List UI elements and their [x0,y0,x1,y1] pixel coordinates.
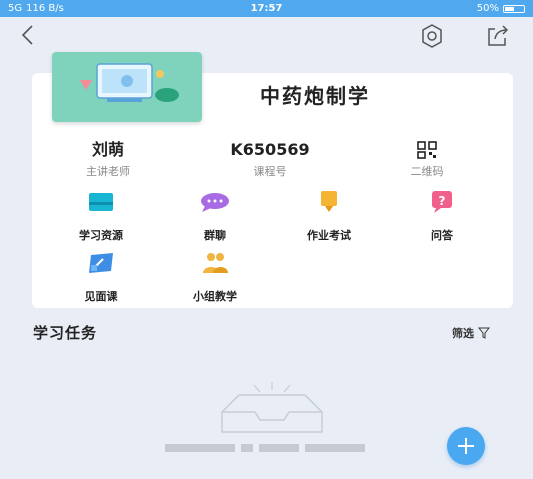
course-title: 中药炮制学 [260,84,370,108]
status-time: 17:57 [250,3,283,14]
placeholder-bar [241,444,253,452]
status-bar: 5G 116 B/s 17:57 50% [0,0,533,17]
nav-bar [0,17,533,53]
teacher-info: 刘萌 主讲老师 [72,140,144,179]
svg-text:?: ? [439,194,446,208]
qr-code-icon [417,141,437,159]
group-icon [203,253,228,273]
status-right: 50% [353,3,525,14]
teacher-name: 刘萌 [91,140,124,159]
tasks-section-title: 学习任务 [33,324,98,342]
network-speed: 116 B/s [26,3,64,14]
feature-qa[interactable]: ? 问答 [397,190,487,243]
course-code-label: 课程号 [253,165,287,178]
feature-meeting-class[interactable]: 见面课 [56,251,146,304]
signal-icon: 5G [8,3,23,14]
battery-fill [504,6,514,11]
filter-label: 筛选 [452,327,474,340]
feature-learning-resources[interactable]: 学习资源 [56,190,146,243]
placeholder-bar [305,444,365,452]
folder-icon [89,193,113,211]
status-left: 5G 116 B/s [8,3,180,14]
feature-label: 小组教学 [193,290,237,303]
feature-label: 见面课 [84,290,118,303]
empty-inbox-icon [221,382,323,433]
placeholder-bar [165,444,235,452]
qr-code-label: 二维码 [410,165,444,178]
filter-icon [478,327,490,339]
course-code-info: K650569 课程号 [210,140,330,179]
course-cover-illustration [80,63,179,102]
add-fab-button[interactable] [447,427,485,465]
feature-group-chat[interactable]: 群聊 [170,190,260,243]
chat-icon [201,193,229,212]
feature-label: 群聊 [204,229,226,242]
feature-label: 学习资源 [79,229,123,242]
meeting-icon [89,253,113,273]
feature-label: 作业考试 [307,229,351,242]
chevron-left-icon[interactable] [18,23,38,47]
feature-label: 问答 [431,229,453,242]
course-code: K650569 [230,140,310,159]
feature-group-teaching[interactable]: 小组教学 [170,251,260,304]
filter-button[interactable]: 筛选 [452,325,490,341]
empty-state-placeholder [165,444,365,454]
gear-icon[interactable] [419,23,445,49]
exam-icon [321,191,337,212]
question-icon: ? [432,191,452,213]
battery-percent: 50% [476,3,499,14]
battery-icon [502,4,525,13]
feature-homework-exam[interactable]: 作业考试 [284,190,374,243]
plus-icon [458,438,474,454]
placeholder-bar [259,444,299,452]
share-icon[interactable] [485,23,511,49]
qr-code-button[interactable]: 二维码 [400,140,454,179]
course-cover-image [52,52,202,122]
teacher-label: 主讲老师 [86,165,130,178]
